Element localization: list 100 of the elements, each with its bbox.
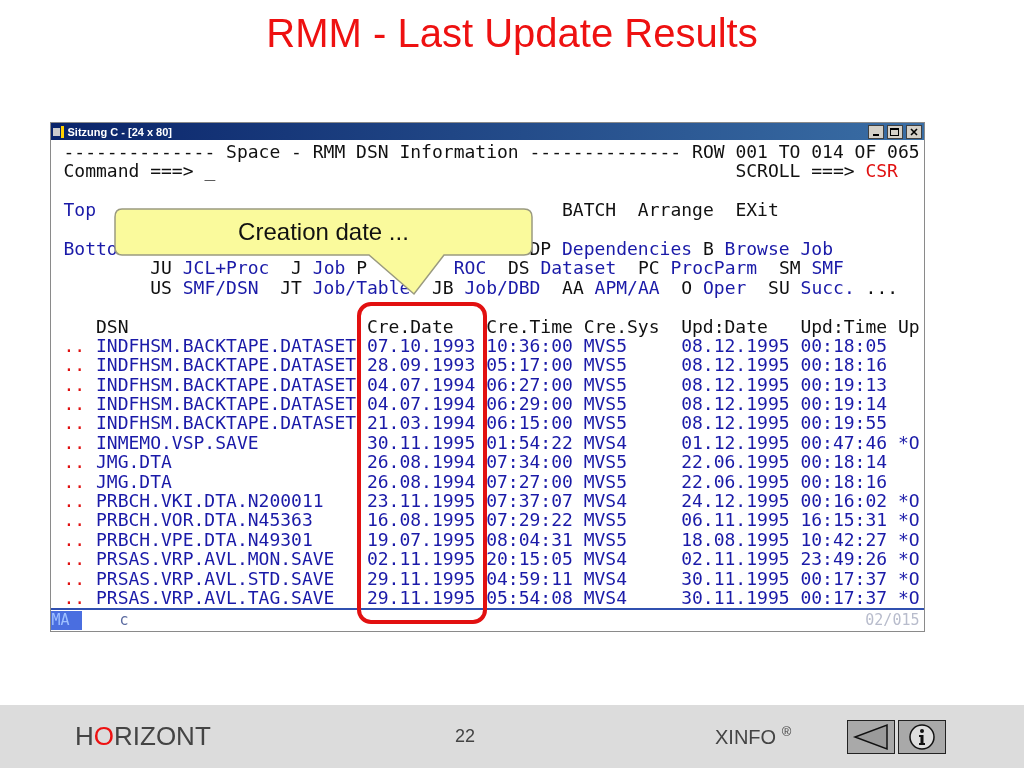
table-cell-text: 08.12.1995 xyxy=(681,374,791,395)
table-cell-text: 01.12.1995 xyxy=(681,432,791,453)
table-cell-text: 07.10.1993 xyxy=(366,335,477,356)
menu-command[interactable]: Job/DBD xyxy=(464,277,541,298)
line-command[interactable]: .. xyxy=(63,413,96,433)
table-cell-text: 05:17:00 xyxy=(486,355,574,375)
table-cell-text: MVS4 xyxy=(583,588,628,608)
table-cell-text: *O xyxy=(897,510,921,530)
menu-command[interactable]: Dataset xyxy=(540,258,617,278)
table-cell-text: INDFHSM.BACKTAPE.DATASET xyxy=(96,394,358,414)
command-key: JB xyxy=(432,277,465,298)
table-cell-text: 00:17:37 xyxy=(800,568,889,588)
line-command[interactable]: .. xyxy=(63,549,96,569)
table-cell-text: MVS4 xyxy=(583,568,628,588)
line-command[interactable]: .. xyxy=(63,568,96,588)
table-cell-text: *O xyxy=(897,432,921,453)
table-cell-text: 00:19:14 xyxy=(800,394,889,414)
mode-indicator: MA xyxy=(50,610,82,631)
brand-logo: HORIZONT xyxy=(75,721,212,752)
table-cell-text: 08.12.1995 xyxy=(681,355,791,375)
menu-command[interactable]: Job/Table xyxy=(312,277,411,298)
menu-command[interactable]: Job xyxy=(312,258,346,278)
terminal-icon xyxy=(52,125,65,138)
triangle-left-icon xyxy=(851,722,891,751)
line-command[interactable]: .. xyxy=(63,394,96,414)
table-cell-text: 26.08.1994 xyxy=(366,452,477,472)
menu-command[interactable]: Dependencies xyxy=(562,238,693,259)
menu-command[interactable]: SMF xyxy=(811,258,844,278)
table-cell-text: 00:18:16 xyxy=(800,355,889,375)
menu-command[interactable]: APM/AA xyxy=(594,277,660,298)
line-command[interactable]: .. xyxy=(63,374,96,395)
page-number: 22 xyxy=(455,726,477,747)
table-cell-text: 23.11.1995 xyxy=(366,491,477,511)
minimize-button[interactable] xyxy=(867,124,884,139)
menu-command[interactable]: ROC xyxy=(453,258,487,278)
command-key: ... xyxy=(865,277,899,298)
column-header: Up xyxy=(897,316,921,336)
line-command[interactable]: .. xyxy=(63,452,96,472)
table-cell-text: MVS5 xyxy=(583,510,628,530)
back-button[interactable] xyxy=(847,719,895,754)
table-cell-text: 00:18:16 xyxy=(800,471,889,492)
screen-header: -------------- Space - RMM DSN Information -------------- ROW 001 TO 014 OF 065 xyxy=(63,142,920,162)
menu-command[interactable]: Browse Job xyxy=(724,238,833,259)
menu-command[interactable]: Succ. xyxy=(800,277,855,298)
table-cell-text: 18.08.1995 xyxy=(681,529,791,550)
table-cell-text: INDFHSM.BACKTAPE.DATASET xyxy=(96,355,358,375)
table-cell-text: INDFHSM.BACKTAPE.DATASET xyxy=(96,413,358,433)
menu-command[interactable]: Top xyxy=(63,200,96,220)
table-cell-text: MVS5 xyxy=(583,471,628,492)
line-command[interactable]: .. xyxy=(63,471,96,492)
table-cell-text: *O xyxy=(897,549,921,569)
line-command[interactable]: .. xyxy=(63,491,96,511)
table-cell-text: 10:42:27 xyxy=(800,529,889,550)
table-cell-text: PRBCH.VKI.DTA.N200011 xyxy=(96,491,325,511)
table-cell-text: 10:36:00 xyxy=(486,335,574,356)
table-cell-text: 08.12.1995 xyxy=(681,413,791,433)
table-cell-text: PRSAS.VRP.AVL.TAG.SAVE xyxy=(96,588,336,608)
table-cell-text: 08:04:31 xyxy=(486,529,574,550)
column-header: Cre.Time xyxy=(486,316,574,336)
table-cell-text: 05:54:08 xyxy=(486,588,574,608)
line-command[interactable]: .. xyxy=(63,432,96,453)
table-cell-text: PRBCH.VOR.DTA.N45363 xyxy=(96,510,314,530)
close-icon xyxy=(909,127,918,136)
info-icon xyxy=(908,722,936,751)
line-command[interactable]: .. xyxy=(63,335,96,356)
table-cell-text: MVS4 xyxy=(583,549,628,569)
table-cell-text: 26.08.1994 xyxy=(366,471,477,492)
line-command[interactable]: .. xyxy=(63,588,96,608)
column-header: Cre.Date xyxy=(366,316,455,336)
table-cell-text: 23:49:26 xyxy=(800,549,889,569)
line-command[interactable]: .. xyxy=(63,510,96,530)
table-cell-text: 07:29:22 xyxy=(486,510,574,530)
command-key: SU xyxy=(768,277,801,298)
minimize-icon xyxy=(872,133,879,136)
table-cell-text: MVS4 xyxy=(583,432,628,453)
callout-text: Creation date ... xyxy=(238,217,409,246)
table-cell-text: INMEMO.VSP.SAVE xyxy=(96,432,260,453)
info-button[interactable] xyxy=(898,719,946,754)
scroll-field[interactable]: SCROLL ===> CSR xyxy=(735,161,898,181)
line-command[interactable]: .. xyxy=(63,355,96,375)
table-cell-text: JMG.DTA xyxy=(96,452,173,472)
table-cell-text: 20:15:05 xyxy=(486,549,574,569)
line-command[interactable]: .. xyxy=(63,529,96,550)
table-cell-text: *O xyxy=(897,529,921,550)
table-cell-text: MVS5 xyxy=(583,452,628,472)
close-button[interactable] xyxy=(905,124,922,139)
command-field[interactable]: Command ===> _ xyxy=(63,161,216,181)
table-cell-text: JMG.DTA xyxy=(96,471,173,492)
menu-command[interactable]: SMF/DSN xyxy=(182,277,259,298)
menu-command[interactable]: Oper xyxy=(703,277,747,298)
menu-command[interactable]: JCL+Proc xyxy=(182,258,270,278)
table-cell-text: 06:27:00 xyxy=(486,374,574,395)
table-cell-text: 00:19:55 xyxy=(800,413,889,433)
table-cell-text: 00:18:14 xyxy=(800,452,889,472)
table-cell-text: 00:19:13 xyxy=(800,374,889,395)
menu-command[interactable]: Botto xyxy=(63,238,118,259)
table-cell-text: 04.07.1994 xyxy=(366,374,477,395)
menu-command[interactable]: ProcParm xyxy=(670,258,758,278)
window-title: Sitzung C - [24 x 80] xyxy=(67,125,174,138)
maximize-button[interactable] xyxy=(886,124,903,139)
